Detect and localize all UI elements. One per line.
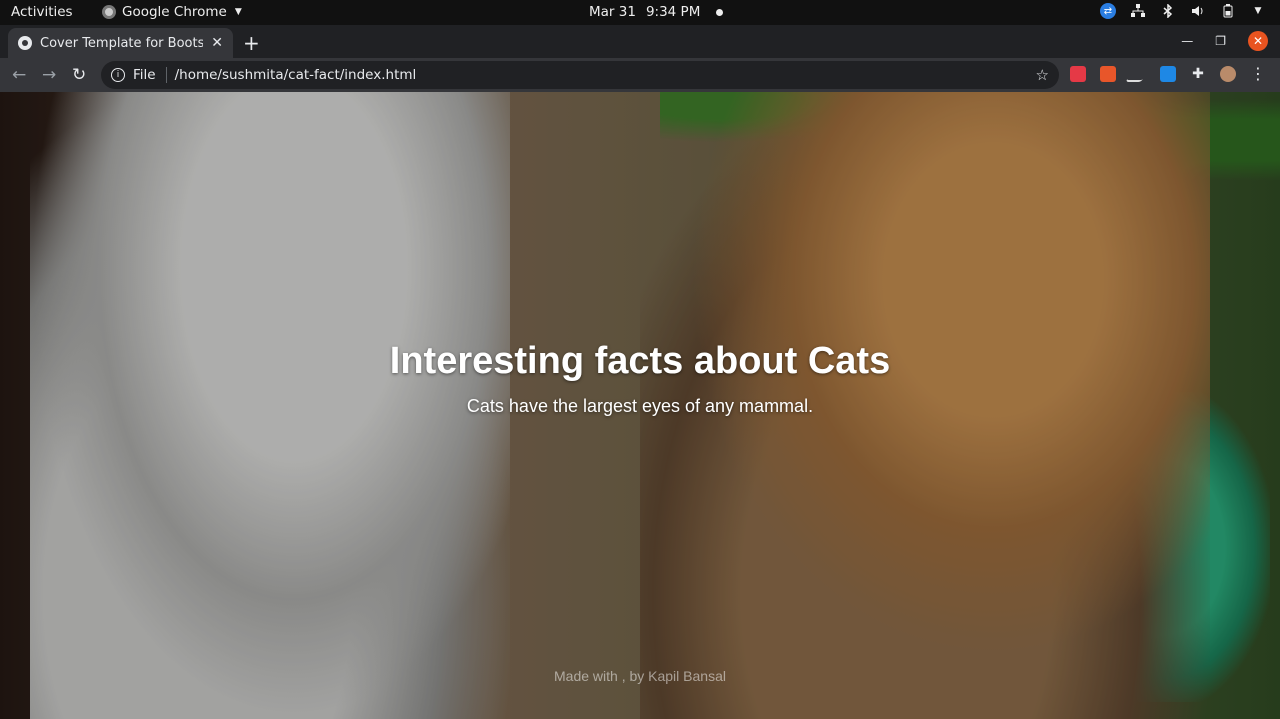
browser-tab[interactable]: Cover Template for Boots ✕ xyxy=(8,28,233,58)
new-tab-icon[interactable]: + xyxy=(243,31,260,55)
battery-icon[interactable] xyxy=(1220,3,1236,19)
extension-pen-icon[interactable] xyxy=(1125,66,1151,82)
browser-toolbar: ← → ↻ i File /home/sushmita/cat-fact/ind… xyxy=(0,58,1280,92)
cover-heading: Interesting facts about Cats xyxy=(389,340,891,382)
minimize-icon[interactable]: — xyxy=(1181,34,1193,48)
clock[interactable]: Mar 31 9:34 PM xyxy=(589,4,724,20)
profile-avatar[interactable] xyxy=(1220,66,1236,82)
footer-credit: Made with , by Kapil Bansal xyxy=(554,668,726,684)
close-tab-icon[interactable]: ✕ xyxy=(211,35,223,51)
info-icon[interactable]: i xyxy=(111,68,125,82)
extensions-puzzle-icon[interactable]: ✚ xyxy=(1190,66,1206,82)
chrome-icon xyxy=(102,5,116,19)
reload-icon[interactable]: ↻ xyxy=(72,65,86,85)
cat-fact: Cats have the largest eyes of any mammal… xyxy=(466,396,814,416)
date: Mar 31 xyxy=(589,4,636,20)
forward-arrow-icon[interactable]: → xyxy=(42,65,56,85)
address-divider xyxy=(165,67,167,83)
gnome-top-bar: Activities Google Chrome ▼ Mar 31 9:34 P… xyxy=(0,0,1280,25)
extension-red-icon[interactable] xyxy=(1070,66,1086,82)
extensions-bar: ✚ ⋮ xyxy=(1070,66,1266,82)
close-window-icon[interactable]: ✕ xyxy=(1248,31,1268,51)
tab-strip: Cover Template for Boots ✕ + — ❐ ✕ xyxy=(0,25,1280,58)
address-bar[interactable]: i File /home/sushmita/cat-fact/index.htm… xyxy=(101,61,1059,89)
extension-blue-icon[interactable] xyxy=(1160,66,1176,82)
time: 9:34 PM xyxy=(645,4,701,20)
bookmark-star-icon[interactable]: ☆ xyxy=(1036,66,1049,84)
chrome-menu-icon[interactable]: ⋮ xyxy=(1250,66,1266,82)
system-menu-icon[interactable]: ▼ xyxy=(1250,3,1266,19)
notification-dot-icon xyxy=(716,8,724,16)
app-name: Google Chrome xyxy=(122,4,227,20)
extension-orange-icon[interactable] xyxy=(1100,66,1116,82)
restore-icon[interactable]: ❐ xyxy=(1215,34,1226,48)
bluetooth-icon[interactable] xyxy=(1160,3,1176,19)
teamviewer-icon[interactable]: ⇄ xyxy=(1100,3,1116,19)
app-menu[interactable]: Google Chrome ▼ xyxy=(102,4,242,20)
volume-icon[interactable] xyxy=(1190,3,1206,19)
back-arrow-icon[interactable]: ← xyxy=(12,65,26,85)
globe-icon xyxy=(18,36,32,50)
tab-title: Cover Template for Boots xyxy=(40,35,204,51)
page-viewport: Interesting facts about Cats Cats have t… xyxy=(0,92,1280,719)
address-scheme: File xyxy=(133,67,156,83)
system-tray[interactable]: ⇄ ▼ xyxy=(1100,3,1266,19)
address-url[interactable]: /home/sushmita/cat-fact/index.html xyxy=(175,67,417,83)
activities-button[interactable]: Activities xyxy=(11,4,73,20)
chevron-down-icon: ▼ xyxy=(234,7,242,17)
network-icon[interactable] xyxy=(1130,3,1146,19)
window-controls: — ❐ ✕ xyxy=(1181,31,1268,51)
